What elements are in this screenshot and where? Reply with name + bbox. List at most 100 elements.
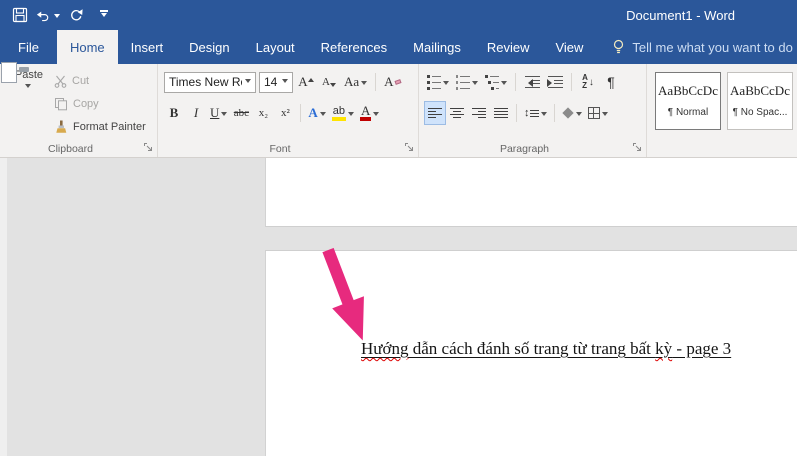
page-previous-bottom[interactable] (265, 158, 797, 227)
paste-dropdown-icon[interactable] (25, 84, 31, 91)
decrease-indent-button[interactable] (522, 71, 542, 93)
font-size-dropdown-icon[interactable] (282, 79, 288, 86)
tab-file[interactable]: File (0, 30, 57, 64)
style-no-spacing[interactable]: AaBbCcDc ¶ No Spac... (727, 72, 793, 130)
group-font: Times New Ro 14 A A Aa A B I (158, 64, 419, 157)
undo-dropdown-icon[interactable] (54, 14, 60, 21)
subscript-button[interactable]: x₂ (253, 102, 273, 124)
multilevel-list-icon (485, 75, 499, 90)
clipboard-small-buttons: Cut Copy Format Painter (54, 71, 146, 137)
tab-home[interactable]: Home (57, 30, 118, 64)
text-run: dẫn cách đánh số trang từ trang bất (408, 339, 655, 358)
justify-button[interactable] (491, 102, 511, 124)
paragraph-group-label: Paragraph (419, 143, 630, 155)
align-center-button[interactable] (447, 102, 467, 124)
increase-indent-button[interactable] (545, 71, 565, 93)
format-painter-label: Format Painter (73, 121, 146, 133)
paste-button[interactable]: Paste (5, 69, 51, 147)
save-button[interactable] (8, 4, 32, 26)
style-normal[interactable]: AaBbCcDc ¶ Normal (655, 72, 721, 130)
tab-insert[interactable]: Insert (118, 30, 177, 64)
undo-icon (36, 8, 50, 23)
save-icon (12, 7, 28, 23)
tell-me-label: Tell me what you want to do (632, 40, 792, 55)
tab-design[interactable]: Design (176, 30, 242, 64)
lightbulb-icon (612, 39, 625, 55)
sort-icon: AZ ↓ (582, 74, 594, 90)
separator (515, 73, 516, 91)
highlight-color-button[interactable]: ab (330, 102, 356, 124)
style-no-spacing-preview: AaBbCcDc (728, 83, 792, 99)
increase-indent-icon (548, 76, 563, 88)
tab-review[interactable]: Review (474, 30, 543, 64)
font-dialog-launcher-icon[interactable] (404, 142, 415, 153)
tab-layout[interactable]: Layout (243, 30, 308, 64)
clipboard-dialog-launcher-icon[interactable] (143, 142, 154, 153)
sort-button[interactable]: AZ ↓ (578, 71, 598, 93)
eraser-icon (394, 79, 401, 85)
separator (375, 73, 376, 91)
font-name-dropdown-icon[interactable] (245, 79, 251, 86)
ribbon-tab-row: File Home Insert Design Layout Reference… (0, 30, 797, 64)
change-case-glyph: Aa (344, 74, 359, 90)
highlight-glyph: ab (332, 105, 346, 121)
tab-mailings[interactable]: Mailings (400, 30, 474, 64)
separator (554, 104, 555, 122)
grow-font-button[interactable]: A (296, 71, 316, 93)
tab-references[interactable]: References (308, 30, 400, 64)
numbering-icon (456, 75, 470, 90)
group-clipboard: Paste Cut Copy (0, 64, 158, 157)
group-styles: AaBbCcDc ¶ Normal AaBbCcDc ¶ No Spac... (647, 64, 797, 157)
customize-qat-icon (100, 10, 108, 20)
shrink-font-button[interactable]: A (319, 71, 339, 93)
shading-button[interactable] (560, 102, 584, 124)
font-color-glyph: A (360, 105, 371, 121)
align-right-button[interactable] (469, 102, 489, 124)
doc-line[interactable]: Hướng dẫn cách đánh số trang từ trang bấ… (361, 339, 731, 359)
tell-me-box[interactable]: Tell me what you want to do (612, 30, 792, 64)
text-effects-glyph: A (308, 105, 317, 121)
numbering-button[interactable] (454, 71, 480, 93)
show-paragraph-marks-button[interactable]: ¶ (601, 71, 621, 93)
copy-icon (54, 97, 68, 111)
style-normal-name: ¶ Normal (656, 107, 720, 118)
customize-qat-button[interactable] (92, 4, 116, 26)
text-effects-button[interactable]: A (306, 102, 327, 124)
bullets-button[interactable] (425, 71, 451, 93)
misspelled-word: kỳ (655, 339, 672, 358)
align-left-button[interactable] (425, 102, 445, 124)
line-spacing-button[interactable]: ↕ (522, 102, 549, 124)
borders-button[interactable] (586, 102, 610, 124)
font-name-combo[interactable]: Times New Ro (164, 72, 256, 93)
undo-button[interactable] (36, 4, 60, 26)
font-row-1: Times New Ro 14 A A Aa A (164, 71, 403, 93)
cut-button[interactable]: Cut (54, 71, 146, 91)
font-size-combo[interactable]: 14 (259, 72, 293, 93)
multilevel-list-button[interactable] (483, 71, 509, 93)
tab-view[interactable]: View (542, 30, 596, 64)
font-color-button[interactable]: A (358, 102, 381, 124)
window-title: Document1 - Word (626, 0, 735, 30)
format-painter-button[interactable]: Format Painter (54, 117, 146, 137)
italic-button[interactable]: I (186, 102, 206, 124)
text-run: - page 3 (672, 339, 731, 358)
strikethrough-button[interactable]: abc (231, 102, 251, 124)
align-left-icon (428, 108, 442, 118)
misspelled-word: Hướng (361, 339, 408, 358)
underline-button[interactable]: U (208, 102, 229, 124)
redo-button[interactable] (64, 4, 88, 26)
left-edge-strip (0, 158, 7, 456)
font-size-value: 14 (264, 75, 279, 89)
font-group-label: Font (158, 143, 402, 155)
change-case-button[interactable]: Aa (342, 71, 369, 93)
style-normal-preview: AaBbCcDc (656, 83, 720, 99)
paragraph-dialog-launcher-icon[interactable] (632, 142, 643, 153)
decrease-indent-icon (525, 76, 540, 88)
superscript-button[interactable]: x² (275, 102, 295, 124)
separator (516, 104, 517, 122)
title-bar: Document1 - Word (0, 0, 797, 30)
clear-formatting-button[interactable]: A (382, 71, 402, 93)
bold-button[interactable]: B (164, 102, 184, 124)
copy-button[interactable]: Copy (54, 94, 146, 114)
quick-access-toolbar (0, 4, 116, 26)
